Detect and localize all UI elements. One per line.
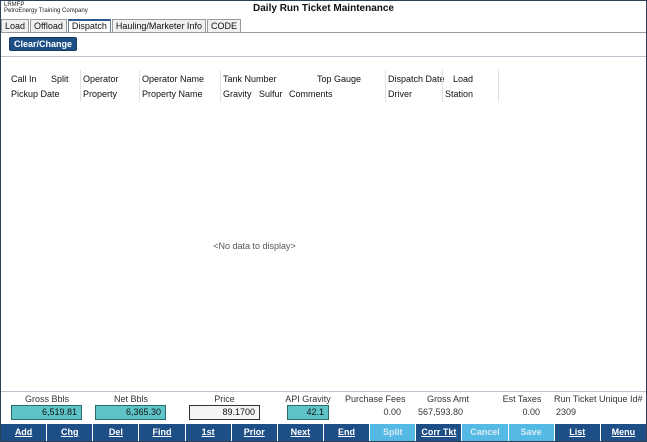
api-gravity-field[interactable]: 42.1	[287, 405, 329, 420]
gross-bbls-field[interactable]: 6,519.81	[11, 405, 82, 420]
api-gravity-label: API Gravity	[285, 394, 331, 404]
net-bbls-label: Net Bbls	[113, 394, 148, 404]
price-field[interactable]: 89.1700	[189, 405, 260, 420]
purchase-fees-value: 0.00	[383, 407, 401, 417]
action-button-bar: Add Chg Del Find 1st Prior Next End Spli…	[1, 424, 646, 441]
col-operator-name[interactable]: Operator Name	[142, 73, 204, 86]
col-separator	[498, 70, 499, 102]
col-pickup-date[interactable]: Pickup Date	[11, 88, 60, 101]
col-comments[interactable]: Comments	[289, 88, 333, 101]
title-bar: LRMFP PetroEnergy Training Company Daily…	[1, 1, 646, 17]
gross-amt-value: 567,593.80	[417, 407, 463, 417]
est-taxes-value: 0.00	[522, 407, 540, 417]
col-dispatch-date[interactable]: Dispatch Date	[388, 73, 445, 86]
page-title: Daily Run Ticket Maintenance	[253, 3, 394, 14]
col-separator	[385, 70, 386, 102]
tab-code[interactable]: CODE	[206, 19, 241, 33]
list-button[interactable]: List	[554, 424, 600, 441]
totals-divider	[1, 391, 646, 392]
tab-divider	[1, 32, 646, 33]
save-button[interactable]: Save	[508, 424, 554, 441]
delete-button[interactable]: Del	[93, 424, 139, 441]
clear-change-button[interactable]: Clear/Change	[9, 37, 77, 51]
next-button[interactable]: Next	[277, 424, 323, 441]
first-button[interactable]: 1st	[185, 424, 231, 441]
col-station[interactable]: Station	[445, 88, 473, 101]
col-property-name[interactable]: Property Name	[142, 88, 203, 101]
cancel-button[interactable]: Cancel	[462, 424, 508, 441]
col-call-in[interactable]: Call In	[11, 73, 37, 86]
col-separator	[442, 70, 443, 102]
col-separator	[139, 70, 140, 102]
end-button[interactable]: End	[323, 424, 370, 441]
corr-tkt-button[interactable]: Corr Tkt	[416, 424, 462, 441]
col-tank-number[interactable]: Tank Number	[223, 73, 277, 86]
col-driver[interactable]: Driver	[388, 88, 412, 101]
col-top-gauge[interactable]: Top Gauge	[317, 73, 361, 86]
tab-hauling-marketer-info[interactable]: Hauling/Marketer Info	[111, 19, 206, 33]
purchase-fees-label: Purchase Fees	[345, 394, 406, 404]
find-button[interactable]: Find	[139, 424, 185, 441]
col-split[interactable]: Split	[51, 73, 69, 86]
empty-grid-message: <No data to display>	[213, 241, 296, 251]
app-window	[0, 0, 647, 442]
gross-amt-label: Gross Amt	[426, 394, 469, 404]
split-button[interactable]: Split	[370, 424, 416, 441]
grid-header: Call In Split Operator Operator Name Tan…	[1, 70, 499, 102]
col-operator[interactable]: Operator	[83, 73, 119, 86]
col-sulfur[interactable]: Sulfur	[259, 88, 283, 101]
net-bbls-field[interactable]: 6,365.30	[95, 405, 166, 420]
col-gravity[interactable]: Gravity	[223, 88, 252, 101]
menu-button[interactable]: Menu	[600, 424, 646, 441]
tab-dispatch[interactable]: Dispatch	[67, 19, 111, 33]
run-ticket-id-value: 2309	[556, 407, 577, 417]
col-separator	[80, 70, 81, 102]
tab-offload[interactable]: Offload	[30, 19, 67, 33]
price-label: Price	[214, 394, 235, 404]
col-load[interactable]: Load	[453, 73, 473, 86]
est-taxes-label: Est Taxes	[502, 394, 542, 404]
section-divider	[1, 56, 646, 57]
tab-load[interactable]: Load	[1, 19, 30, 33]
col-property[interactable]: Property	[83, 88, 117, 101]
run-ticket-id-label: Run Ticket Unique Id#	[554, 394, 643, 404]
col-separator	[220, 70, 221, 102]
prior-button[interactable]: Prior	[231, 424, 277, 441]
add-button[interactable]: Add	[1, 424, 47, 441]
gross-bbls-label: Gross Bbls	[24, 394, 69, 404]
change-button[interactable]: Chg	[47, 424, 93, 441]
tab-bar: Load Offload Dispatch Hauling/Marketer I…	[1, 19, 242, 33]
